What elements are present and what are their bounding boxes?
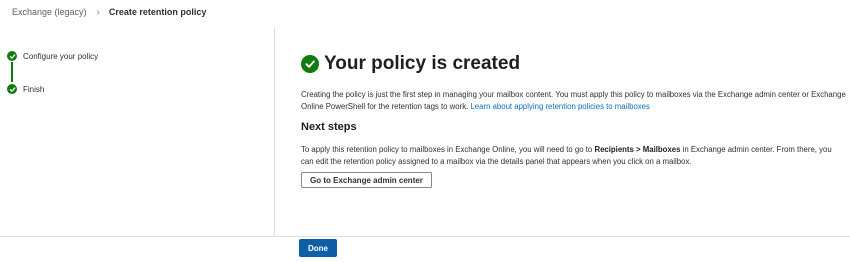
- checkmark-circle-icon: [7, 84, 17, 94]
- intro-paragraph: Creating the policy is just the first st…: [301, 89, 846, 112]
- breadcrumb: Exchange (legacy) › Create retention pol…: [12, 5, 206, 19]
- step-label: Configure your policy: [23, 51, 99, 61]
- breadcrumb-parent-link[interactable]: Exchange (legacy): [12, 7, 87, 17]
- step-label: Finish: [23, 84, 45, 94]
- step-finish[interactable]: Finish: [7, 84, 44, 94]
- done-button[interactable]: Done: [299, 239, 337, 257]
- checkmark-circle-icon: [301, 55, 319, 73]
- page-header: Your policy is created: [301, 53, 520, 75]
- main-content: Your policy is created Creating the poli…: [275, 27, 850, 236]
- next-steps-heading: Next steps: [301, 121, 357, 133]
- checkmark-circle-icon: [7, 51, 17, 61]
- breadcrumb-current: Create retention policy: [108, 7, 207, 17]
- chevron-right-icon: ›: [96, 6, 100, 18]
- recipients-mailboxes-path: Recipients > Mailboxes: [594, 145, 681, 154]
- step-connector: [11, 62, 13, 82]
- wizard-stepper: Configure your policy Finish: [0, 27, 275, 236]
- page-title: Your policy is created: [324, 53, 521, 74]
- go-to-exchange-admin-center-button[interactable]: Go to Exchange admin center: [301, 172, 432, 188]
- next-steps-text-before: To apply this retention policy to mailbo…: [301, 145, 593, 154]
- step-configure-policy[interactable]: Configure your policy: [7, 51, 98, 61]
- footer: Done: [0, 236, 850, 262]
- learn-more-link[interactable]: Learn about applying retention policies …: [470, 102, 649, 111]
- next-steps-paragraph: To apply this retention policy to mailbo…: [301, 144, 846, 167]
